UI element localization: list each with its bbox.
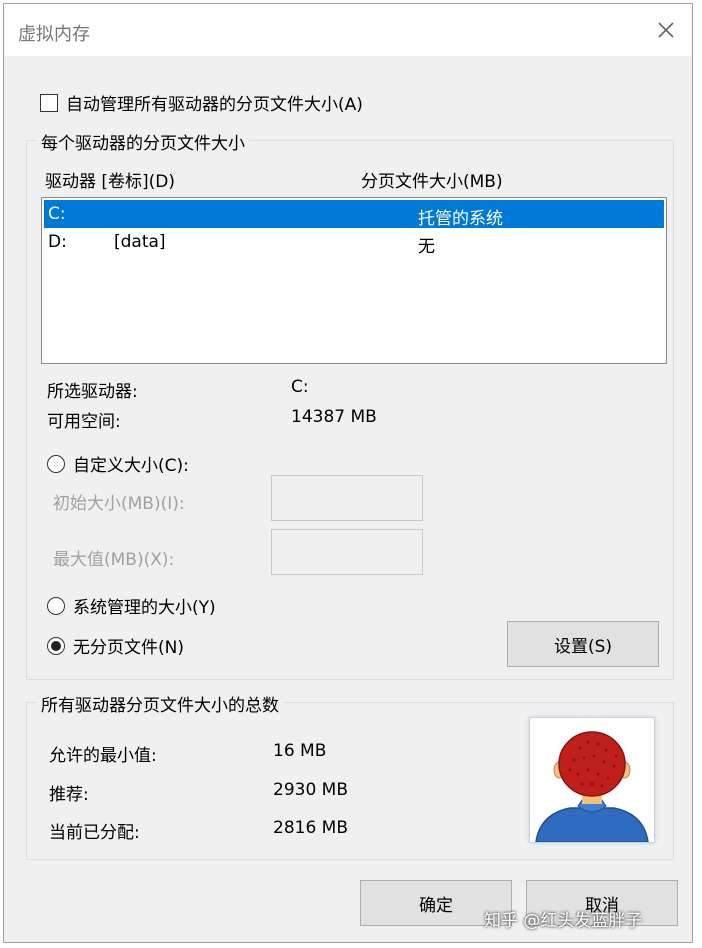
window-title: 虚拟内存 <box>18 24 90 45</box>
custom-size-label: 自定义大小(C): <box>73 456 189 476</box>
auto-manage-row[interactable]: 自动管理所有驱动器的分页文件大小(A) <box>40 90 363 115</box>
selected-drive-value: C: <box>291 377 309 397</box>
title-bar: 虚拟内存 <box>4 4 692 56</box>
drive-name: D: <box>48 232 67 252</box>
totals-group: 所有驱动器分页文件大小的总数 允许的最小值: 16 MB 推荐: 2930 MB… <box>26 691 674 860</box>
recommended-value: 2930 MB <box>273 780 348 800</box>
no-paging-label: 无分页文件(N) <box>73 638 184 658</box>
system-managed-option[interactable]: 系统管理的大小(Y) <box>47 593 216 618</box>
avatar-image <box>529 717 655 843</box>
watermark: 知乎 @红头发蓝胖子 <box>484 911 643 931</box>
column-header-drive: 驱动器 [卷标](D) <box>45 172 176 192</box>
recommended-row: 推荐: 2930 MB <box>49 780 348 805</box>
drive-paging-size: 托管的系统 <box>418 209 503 229</box>
virtual-memory-dialog: 虚拟内存 自动管理所有驱动器的分页文件大小(A) 每个驱动器的分页文件大小 驱动… <box>3 3 693 943</box>
drive-list-header: 驱动器 [卷标](D) 分页文件大小(MB) <box>45 167 665 192</box>
min-allowed-label: 允许的最小值: <box>49 746 157 766</box>
auto-manage-label: 自动管理所有驱动器的分页文件大小(A) <box>66 95 363 115</box>
drive-list[interactable]: C: 托管的系统 D: [data] 无 <box>41 197 667 364</box>
selected-drive-row: 所选驱动器: C: <box>47 377 309 402</box>
free-space-label: 可用空间: <box>47 412 121 432</box>
no-paging-option[interactable]: 无分页文件(N) <box>47 633 184 658</box>
custom-size-radio[interactable] <box>47 454 65 473</box>
min-allowed-row: 允许的最小值: 16 MB <box>49 741 326 766</box>
close-icon[interactable] <box>652 16 680 44</box>
max-size-input[interactable] <box>271 529 423 575</box>
min-allowed-value: 16 MB <box>273 741 327 761</box>
per-drive-group: 每个驱动器的分页文件大小 驱动器 [卷标](D) 分页文件大小(MB) C: 托… <box>26 129 674 680</box>
no-paging-radio[interactable] <box>47 636 65 655</box>
allocated-value: 2816 MB <box>273 818 348 838</box>
free-space-row: 可用空间: 14387 MB <box>47 407 377 432</box>
allocated-label: 当前已分配: <box>49 823 140 843</box>
drive-volume: [data] <box>114 232 166 252</box>
drive-paging-size: 无 <box>418 237 435 257</box>
max-size-label: 最大值(MB)(X): <box>53 550 175 570</box>
custom-size-option[interactable]: 自定义大小(C): <box>47 451 189 476</box>
free-space-value: 14387 MB <box>291 407 377 427</box>
allocated-row: 当前已分配: 2816 MB <box>49 818 348 843</box>
drive-row-d[interactable]: D: [data] 无 <box>44 228 664 257</box>
column-header-size: 分页文件大小(MB) <box>361 172 503 192</box>
totals-group-title: 所有驱动器分页文件大小的总数 <box>37 691 283 716</box>
selected-drive-label: 所选驱动器: <box>47 382 138 402</box>
set-button[interactable]: 设置(S) <box>507 621 659 667</box>
drive-row-c[interactable]: C: 托管的系统 <box>44 200 664 229</box>
per-drive-group-title: 每个驱动器的分页文件大小 <box>37 129 249 154</box>
drive-name: C: <box>48 204 66 224</box>
recommended-label: 推荐: <box>49 785 89 805</box>
initial-size-label: 初始大小(MB)(I): <box>53 494 185 514</box>
system-managed-label: 系统管理的大小(Y) <box>73 598 216 618</box>
initial-size-input[interactable] <box>271 475 423 521</box>
system-managed-radio[interactable] <box>47 596 65 615</box>
auto-manage-checkbox[interactable] <box>40 93 58 112</box>
